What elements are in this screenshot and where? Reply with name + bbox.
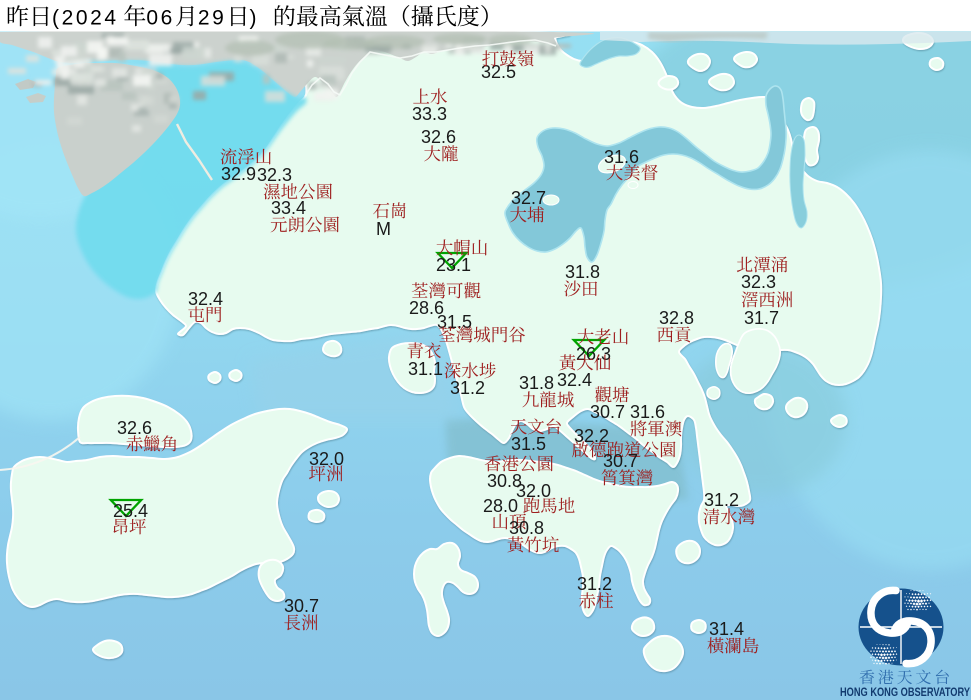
svg-text:33.4: 33.4 bbox=[271, 198, 306, 218]
svg-text:31.6: 31.6 bbox=[604, 147, 639, 167]
svg-text:31.2: 31.2 bbox=[450, 378, 485, 398]
svg-text:30.7: 30.7 bbox=[603, 451, 638, 471]
svg-text:26.3: 26.3 bbox=[576, 344, 611, 364]
svg-text:25.4: 25.4 bbox=[113, 501, 148, 521]
svg-text:31.6: 31.6 bbox=[630, 402, 665, 422]
svg-text:31.2: 31.2 bbox=[704, 490, 739, 510]
svg-text:23.1: 23.1 bbox=[436, 255, 471, 275]
svg-text:30.7: 30.7 bbox=[590, 402, 625, 422]
svg-text:): ) bbox=[250, 7, 260, 30]
svg-text:32.3: 32.3 bbox=[741, 272, 776, 292]
svg-text:31.7: 31.7 bbox=[744, 308, 779, 328]
svg-text:32.0: 32.0 bbox=[309, 449, 344, 469]
svg-text:(2024: (2024 bbox=[52, 7, 119, 30]
svg-text:32.9: 32.9 bbox=[221, 164, 256, 184]
svg-text:31.5: 31.5 bbox=[437, 312, 472, 332]
svg-text:HONG KONG OBSERVATORY: HONG KONG OBSERVATORY bbox=[840, 685, 970, 699]
svg-text:32.4: 32.4 bbox=[188, 289, 223, 309]
svg-text:29: 29 bbox=[198, 7, 227, 30]
svg-text:31.1: 31.1 bbox=[408, 359, 443, 379]
svg-text:32.8: 32.8 bbox=[659, 308, 694, 328]
svg-text:M: M bbox=[376, 219, 391, 239]
svg-text:32.7: 32.7 bbox=[511, 188, 546, 208]
svg-text:32.3: 32.3 bbox=[257, 165, 292, 185]
svg-text:30.8: 30.8 bbox=[509, 518, 544, 538]
svg-text:31.4: 31.4 bbox=[709, 619, 744, 639]
svg-text:06: 06 bbox=[146, 7, 175, 30]
svg-text:32.4: 32.4 bbox=[557, 370, 592, 390]
svg-text:31.5: 31.5 bbox=[511, 434, 546, 454]
svg-text:28.0: 28.0 bbox=[483, 496, 518, 516]
svg-text:31.8: 31.8 bbox=[519, 373, 554, 393]
svg-text:31.2: 31.2 bbox=[577, 574, 612, 594]
svg-text:30.7: 30.7 bbox=[284, 596, 319, 616]
svg-text:32.6: 32.6 bbox=[117, 418, 152, 438]
svg-text:33.3: 33.3 bbox=[412, 104, 447, 124]
svg-text:32.6: 32.6 bbox=[421, 127, 456, 147]
svg-text:31.8: 31.8 bbox=[565, 262, 600, 282]
